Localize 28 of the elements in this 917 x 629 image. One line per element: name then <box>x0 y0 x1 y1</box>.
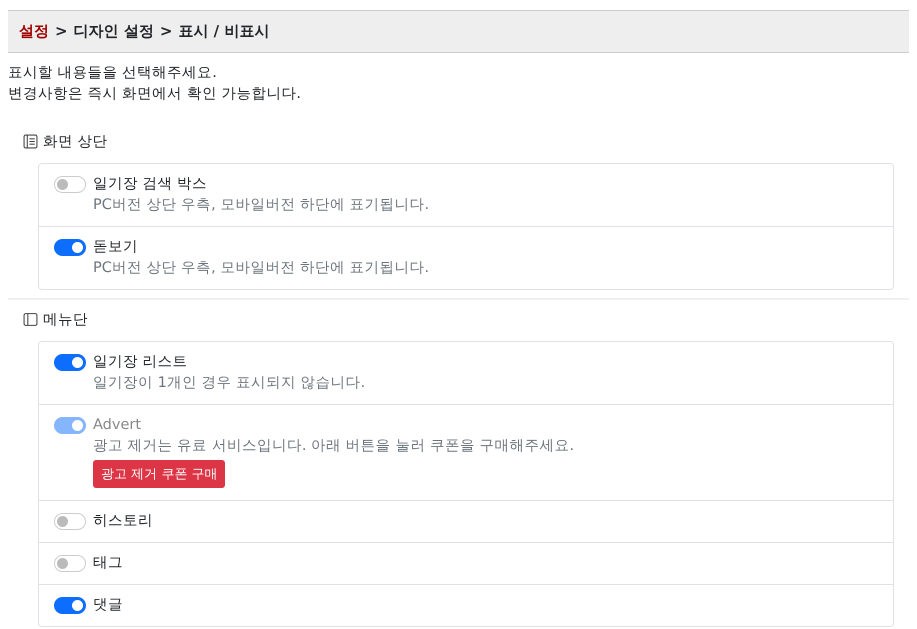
setting-label: 태그 <box>93 554 123 573</box>
breadcrumb-separator: > <box>160 22 172 41</box>
setting-label: 일기장 검색 박스 <box>93 175 208 194</box>
toggle-switch[interactable] <box>54 597 86 614</box>
list-icon <box>23 134 38 148</box>
section-title: 화면 상단 <box>43 132 108 150</box>
toggle-switch[interactable] <box>54 513 86 530</box>
setting-description: 광고 제거는 유료 서비스입니다. 아래 버튼을 눌러 쿠폰을 구매해주세요. <box>93 437 574 456</box>
breadcrumb-item: 표시 / 비표시 <box>178 22 270 41</box>
intro-text: 표시할 내용들을 선택해주세요. <box>8 64 218 83</box>
toggle-switch[interactable] <box>54 555 86 572</box>
toggle-switch[interactable] <box>54 239 86 256</box>
setting-description: 일기장이 1개인 경우 표시되지 않습니다. <box>93 374 366 393</box>
breadcrumb-link[interactable]: 설정 <box>19 22 49 41</box>
section-title: 메뉴단 <box>43 310 88 328</box>
setting-description: PC버전 상단 우측, 모바일버전 하단에 표기됩니다. <box>93 259 430 278</box>
toggle-switch[interactable] <box>54 354 86 371</box>
breadcrumb-separator: > <box>55 22 68 41</box>
setting-description: PC버전 상단 우측, 모바일버전 하단에 표기됩니다. <box>93 196 430 215</box>
sidebar-icon <box>23 312 38 326</box>
setting-label: 일기장 리스트 <box>93 353 189 372</box>
breadcrumb-item: 디자인 설정 <box>74 22 154 41</box>
setting-label: 돋보기 <box>93 238 139 257</box>
toggle-switch[interactable] <box>54 176 86 193</box>
setting-label: Advert <box>93 416 142 435</box>
setting-label: 댓글 <box>93 596 123 615</box>
intro-text: 변경사항은 즉시 화면에서 확인 가능합니다. <box>8 85 302 104</box>
setting-label: 히스토리 <box>93 512 153 531</box>
